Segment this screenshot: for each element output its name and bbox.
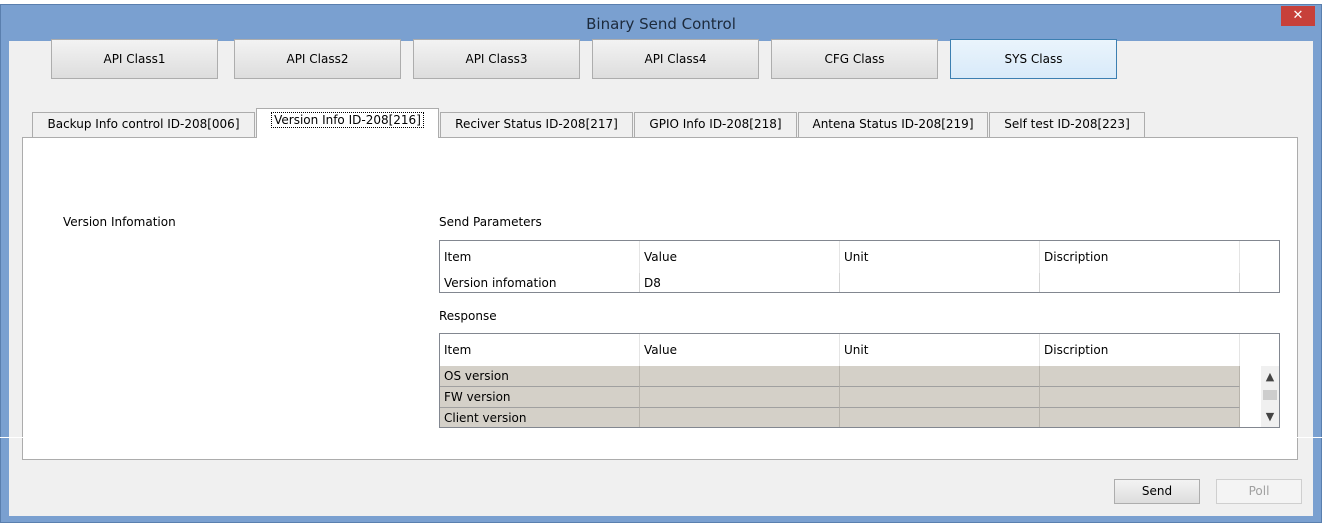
column-header-discription[interactable]: Discription [1040,334,1240,366]
tab-label: GPIO Info ID-208[218] [649,117,782,131]
title-bar[interactable]: Binary Send Control ✕ [1,5,1321,41]
cell-discription[interactable] [1040,408,1240,427]
column-header-item[interactable]: Item [440,334,640,366]
section-label: Version Infomation [63,215,176,229]
close-button[interactable]: ✕ [1281,6,1315,26]
cell-value[interactable] [640,408,840,427]
table-row[interactable]: Version infomation D8 [440,273,1240,292]
column-header-unit[interactable]: Unit [840,334,1040,366]
cell-item[interactable]: Version infomation [440,273,640,292]
chevron-down-icon[interactable]: ▼ [1261,410,1279,423]
column-header-item[interactable]: Item [440,241,640,273]
chevron-up-icon[interactable]: ▲ [1261,370,1279,383]
response-grid[interactable]: Item Value Unit Discription OS version F… [439,333,1280,428]
api-class3-button[interactable]: API Class3 [413,39,580,79]
column-header-value[interactable]: Value [640,334,840,366]
send-parameters-grid[interactable]: Item Value Unit Discription Version info… [439,240,1280,293]
cell-value[interactable]: D8 [640,273,840,292]
tab-label: Backup Info control ID-208[006] [47,117,240,131]
cell-unit[interactable] [840,387,1040,408]
tab-gpio-info[interactable]: GPIO Info ID-208[218] [634,112,797,137]
cfg-class-button[interactable]: CFG Class [771,39,938,79]
cell-unit[interactable] [840,366,1040,387]
send-parameters-label: Send Parameters [439,215,542,229]
close-icon: ✕ [1292,8,1304,23]
cell-unit[interactable] [840,273,1040,292]
tab-antena-status[interactable]: Antena Status ID-208[219] [798,112,988,137]
grid-header-row: Item Value Unit Discription [440,334,1240,366]
api-class1-button[interactable]: API Class1 [51,39,218,79]
cell-item[interactable]: FW version [440,387,640,408]
tab-reciver-status[interactable]: Reciver Status ID-208[217] [440,112,633,137]
tab-label: Reciver Status ID-208[217] [455,117,618,131]
response-scrollbar[interactable]: ▲ ▼ [1261,366,1279,427]
response-label: Response [439,309,497,323]
cell-discription[interactable] [1040,273,1240,292]
tab-label: Version Info ID-208[216] [271,112,424,128]
version-info-tab-page: Version Infomation Send Parameters Respo… [22,137,1298,460]
cell-item[interactable]: OS version [440,366,640,387]
table-row[interactable]: FW version [440,387,1240,408]
scrollbar-thumb[interactable] [1263,390,1277,400]
poll-button[interactable]: Poll [1216,479,1302,504]
column-header-value[interactable]: Value [640,241,840,273]
tab-label: Self test ID-208[223] [1004,117,1130,131]
cell-value[interactable] [640,387,840,408]
api-class2-button[interactable]: API Class2 [234,39,401,79]
send-button[interactable]: Send [1114,479,1200,504]
table-row[interactable]: OS version [440,366,1240,387]
column-header-unit[interactable]: Unit [840,241,1040,273]
tab-label: Antena Status ID-208[219] [812,117,974,131]
cell-discription[interactable] [1040,387,1240,408]
sys-class-button[interactable]: SYS Class [950,39,1117,79]
cell-discription[interactable] [1040,366,1240,387]
column-header-discription[interactable]: Discription [1040,241,1240,273]
tab-version-info[interactable]: Version Info ID-208[216] [256,108,439,138]
cell-unit[interactable] [840,408,1040,427]
api-class4-button[interactable]: API Class4 [592,39,759,79]
grid-header-row: Item Value Unit Discription [440,241,1240,273]
tab-backup-info-control[interactable]: Backup Info control ID-208[006] [32,112,255,137]
tab-self-test[interactable]: Self test ID-208[223] [989,112,1145,137]
table-row[interactable]: Client version [440,408,1240,427]
cell-value[interactable] [640,366,840,387]
divider [0,437,1328,438]
window-title: Binary Send Control [586,15,736,33]
cell-item[interactable]: Client version [440,408,640,427]
